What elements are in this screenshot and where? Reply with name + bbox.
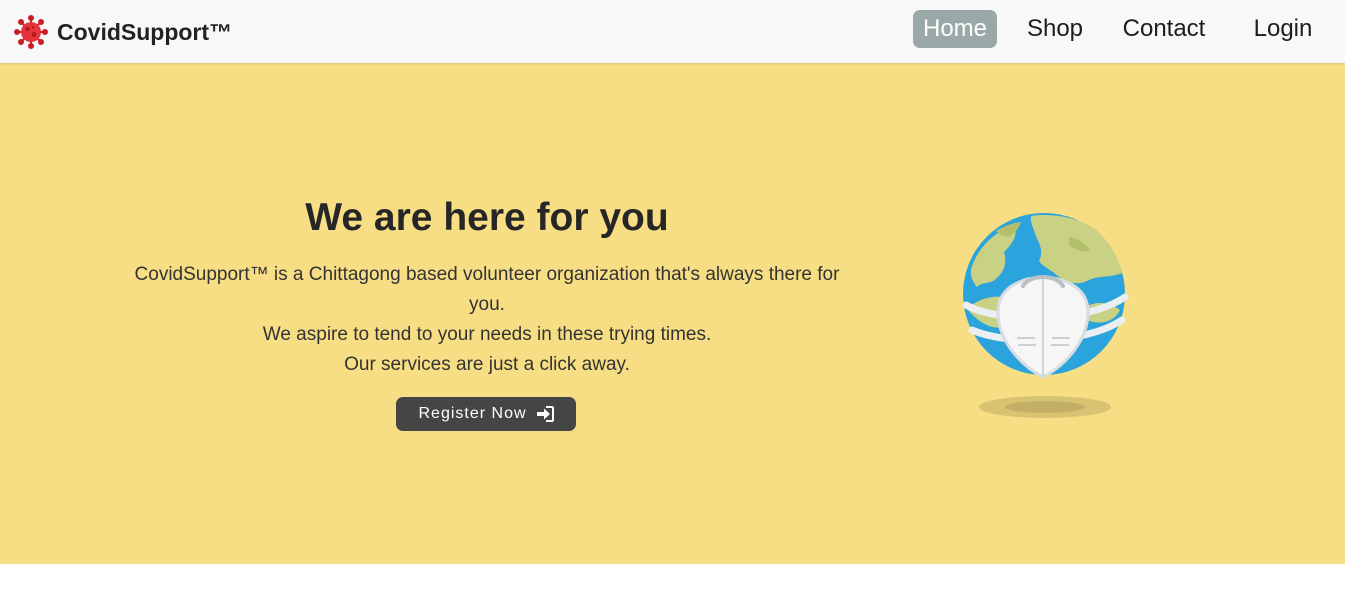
hero-line-3: Our services are just a click away. (344, 354, 630, 375)
masked-globe-icon (962, 213, 1129, 418)
hero-description: CovidSupport™ is a Chittagong based volu… (131, 260, 843, 380)
brand-name: CovidSupport™ (57, 18, 233, 45)
hero-section: We are here for you CovidSupport™ is a C… (0, 63, 1345, 564)
brand-link[interactable]: CovidSupport™ (14, 14, 232, 50)
nav-login-link[interactable]: Login (1245, 10, 1321, 48)
virus-icon (14, 15, 48, 49)
register-now-button[interactable]: Register Now (396, 397, 576, 431)
nav-shop-link[interactable]: Shop (1020, 10, 1090, 48)
navbar: CovidSupport™ Home Shop Contact Login (0, 0, 1345, 63)
nav-contact-link[interactable]: Contact (1114, 10, 1214, 48)
hero-line-1: CovidSupport™ is a Chittagong based volu… (134, 264, 840, 315)
register-now-label: Register Now (418, 405, 527, 422)
hero-title: We are here for you (305, 196, 669, 239)
sign-in-icon (536, 406, 554, 422)
nav-home-link[interactable]: Home (913, 10, 997, 48)
hero-line-2: We aspire to tend to your needs in these… (262, 324, 712, 345)
